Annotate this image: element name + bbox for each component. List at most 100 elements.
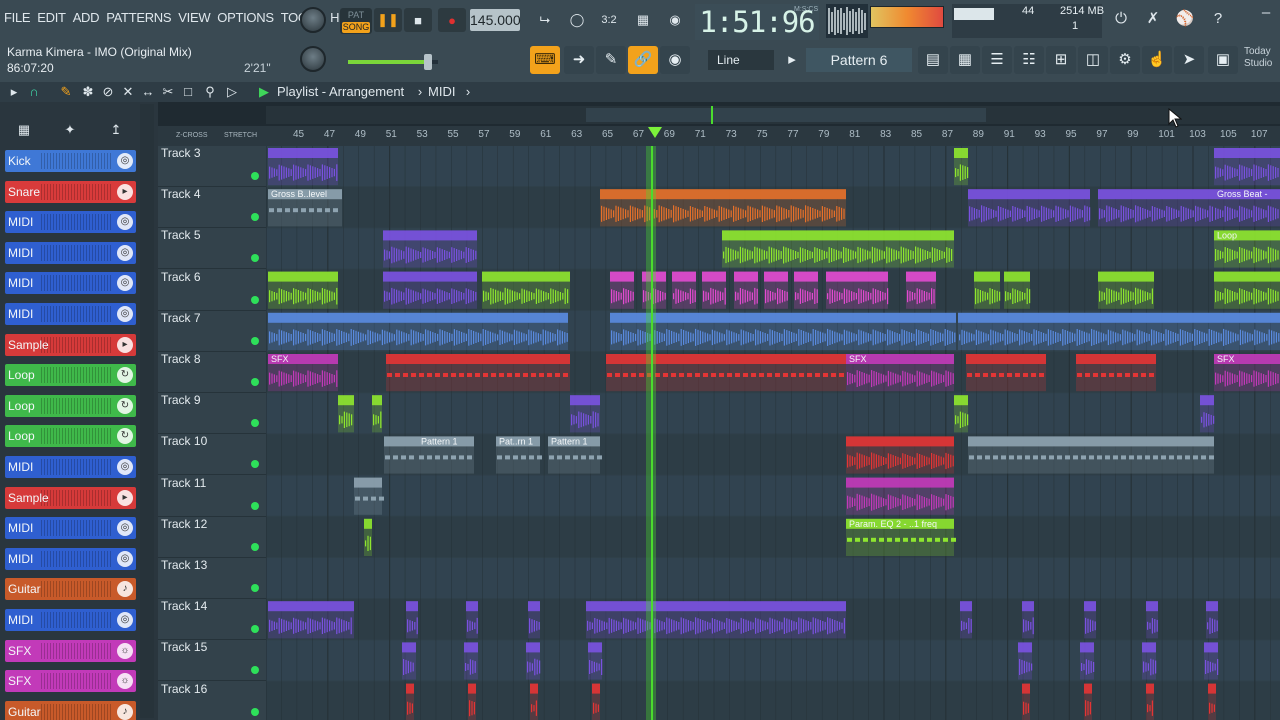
track-header[interactable]: Track 10	[158, 434, 266, 476]
zcross-label[interactable]: Z-CROSS	[176, 132, 208, 139]
touch-icon[interactable]: ☝	[1142, 46, 1172, 74]
channel-midi-12[interactable]: MIDI ◎	[5, 517, 136, 540]
plug-icon[interactable]: ↥	[108, 122, 124, 138]
channel-midi-15[interactable]: MIDI ◎	[5, 609, 136, 631]
pat-song-toggle[interactable]: PAT SONG	[340, 8, 372, 34]
channel-midi-2[interactable]: MIDI ◎	[5, 211, 136, 234]
track-mute-led[interactable]	[251, 378, 259, 386]
play-arrow-icon[interactable]: ▶	[256, 84, 272, 100]
master-volume-knob[interactable]	[300, 7, 326, 33]
shop-icon[interactable]: ▣	[1208, 46, 1238, 74]
fx-icon[interactable]: ✦	[62, 122, 78, 138]
arrow-right-icon[interactable]: ➜	[564, 46, 594, 74]
track-header[interactable]: Track 14	[158, 599, 266, 641]
track-mute-led[interactable]	[251, 254, 259, 263]
channel-kick-0[interactable]: Kick ◎	[5, 150, 136, 172]
track-mute-led[interactable]	[251, 295, 259, 304]
slice-tool-icon[interactable]: ✂	[160, 84, 176, 100]
track-header[interactable]: Track 11	[158, 476, 266, 517]
record-button[interactable]: ●	[438, 8, 466, 32]
minimize-icon[interactable]: –	[1255, 2, 1277, 24]
track-mute-led[interactable]	[251, 336, 259, 345]
track-header[interactable]: Track 13	[158, 558, 266, 599]
slip-tool-icon[interactable]: ↔	[140, 84, 156, 100]
wait-input-icon[interactable]: ◯	[564, 8, 590, 32]
select-tool-icon[interactable]: □	[180, 84, 196, 100]
track-header[interactable]: Track 6	[158, 270, 266, 311]
pencil-icon[interactable]: ✎	[596, 46, 626, 74]
menu-patterns[interactable]: PATTERNS	[106, 10, 171, 30]
master-volume-slider[interactable]	[348, 54, 438, 70]
track-header[interactable]: Track 8	[158, 352, 266, 393]
link-icon[interactable]: 🔗	[628, 46, 658, 74]
rack-scrollbar[interactable]	[140, 104, 154, 718]
track-header[interactable]: Track 15	[158, 640, 266, 682]
pause-button[interactable]: ❚❚	[374, 8, 402, 32]
plugin-picker-icon[interactable]: ✗	[1142, 8, 1164, 30]
channel-midi-5[interactable]: MIDI ◎	[5, 303, 136, 325]
stretch-label[interactable]: STRETCH	[224, 132, 257, 139]
track-header[interactable]: Track 12	[158, 517, 266, 558]
track-header[interactable]: Track 3	[158, 146, 266, 187]
picker-icon[interactable]: ▦	[16, 122, 32, 138]
channel-sample-11[interactable]: Sample ▸	[5, 486, 136, 509]
channel-sample-6[interactable]: Sample ▸	[5, 333, 136, 356]
channel-loop-7[interactable]: Loop ↻	[5, 364, 136, 387]
channel-guitar-14[interactable]: Guitar ♪	[5, 578, 136, 601]
stop-button[interactable]: ■	[404, 8, 432, 32]
pencil-tool-icon[interactable]: ✎	[58, 84, 74, 100]
metronome-icon[interactable]: ⮡	[532, 8, 558, 32]
typing-keyboard-icon[interactable]: ⌨	[530, 46, 560, 74]
magnet-icon[interactable]: ∩	[26, 84, 42, 100]
microphone-icon[interactable]: ⚾	[1174, 8, 1196, 30]
step-back-icon[interactable]: ▸	[784, 46, 800, 74]
stamp-icon[interactable]: ◉	[660, 46, 690, 74]
delete-tool-icon[interactable]: ⊘	[100, 84, 116, 100]
track-header[interactable]: Track 5	[158, 228, 266, 270]
channel-midi-13[interactable]: MIDI ◎	[5, 547, 136, 570]
playback-tool-icon[interactable]: ▷	[224, 84, 240, 100]
timeline-ruler[interactable]: 45 47 49 51 53 55 57 59 61 63 65 67 69 71 73 75 77 79 81 83…	[266, 126, 1280, 146]
power-icon[interactable]: ⏻	[1110, 8, 1132, 30]
menu-add[interactable]: ADD	[73, 10, 100, 30]
step-edit-icon[interactable]: ▦	[630, 8, 656, 32]
help-icon[interactable]: ?	[1207, 8, 1229, 30]
track-mute-led[interactable]	[251, 419, 259, 428]
track-mute-led[interactable]	[251, 542, 259, 551]
track-header[interactable]: Track 7	[158, 311, 266, 352]
track-mute-led[interactable]	[251, 501, 259, 510]
channel-midi-4[interactable]: MIDI ◎	[5, 272, 136, 295]
arrangement-grid[interactable]: Gross B..level Gross Beat - Loop SFX SFX SFX P…	[266, 146, 1280, 720]
track-mute-led[interactable]	[251, 584, 259, 592]
channel-snare-1[interactable]: Snare ▸	[5, 180, 136, 203]
menu-file[interactable]: FILE	[4, 10, 31, 30]
playlist-overview[interactable]	[266, 106, 1280, 124]
menu-options[interactable]: OPTIONS	[217, 10, 274, 30]
zoom-tool-icon[interactable]: ⚲	[202, 84, 218, 100]
channel-guitar-18[interactable]: Guitar ♪	[5, 700, 136, 720]
mute-tool-icon[interactable]: ✕	[120, 84, 136, 100]
channel-sfx-16[interactable]: SFX ☼	[5, 639, 136, 662]
channel-loop-8[interactable]: Loop ↻	[5, 394, 136, 417]
track-header[interactable]: Track 4	[158, 187, 266, 229]
channel-sfx-17[interactable]: SFX ☼	[5, 670, 136, 693]
channel-midi-3[interactable]: MIDI ◎	[5, 241, 136, 264]
blend-notes-icon[interactable]: ◉	[662, 8, 688, 32]
tempo-display[interactable]: 145.000	[470, 9, 521, 31]
countdown-icon[interactable]: 3:2	[596, 8, 622, 32]
news-panel[interactable]: Today Studio	[1244, 46, 1272, 70]
snap-select[interactable]: Line	[708, 50, 774, 70]
track-header[interactable]: Track 9	[158, 393, 266, 435]
piano-roll-icon[interactable]: ▦	[950, 46, 980, 74]
track-mute-led[interactable]	[251, 172, 259, 180]
track-mute-led[interactable]	[251, 460, 259, 469]
brush-tool-icon[interactable]: ✽	[80, 84, 96, 100]
menu-edit[interactable]: EDIT	[37, 10, 66, 30]
track-header[interactable]: Track 16	[158, 682, 266, 720]
browser-icon[interactable]: ◫	[1078, 46, 1108, 74]
channel-midi-10[interactable]: MIDI ◎	[5, 456, 136, 478]
plugin-db-icon[interactable]: ⚙	[1110, 46, 1140, 74]
track-mute-led[interactable]	[251, 625, 259, 634]
track-mute-led[interactable]	[251, 213, 259, 222]
master-volume-thumb[interactable]	[424, 54, 432, 70]
